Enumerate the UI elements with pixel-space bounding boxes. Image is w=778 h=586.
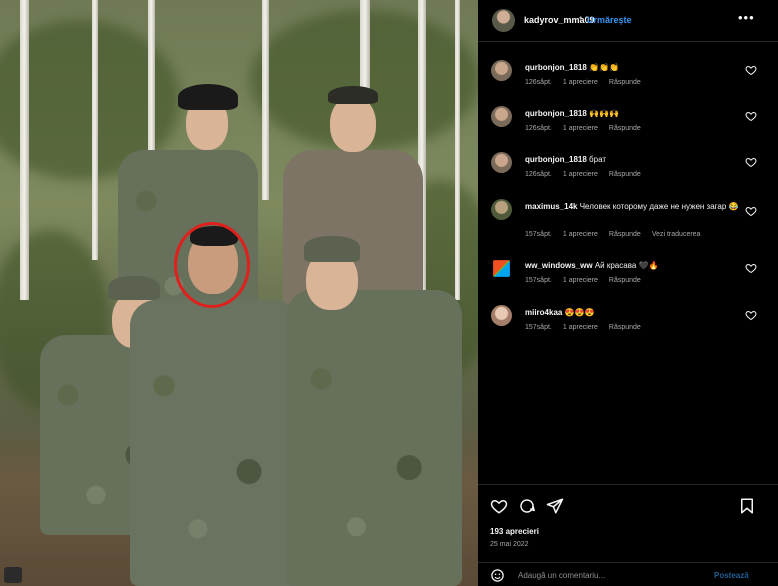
like-heart-icon[interactable]: [490, 497, 508, 515]
separator-dot: •: [579, 13, 583, 23]
reply-button[interactable]: Răspunde: [609, 324, 641, 331]
commenter-avatar[interactable]: [491, 106, 512, 127]
comment-text-line: qurbonjon_1818 🙌🙌🙌: [525, 108, 745, 119]
post-header: kadyrov_mma09 • Urmărește •••: [478, 0, 778, 42]
comment-item: miiro4kaa 😍😍😍 157săpt. 1 apreciere Răspund…: [478, 305, 778, 345]
commenter-username[interactable]: miiro4kaa: [525, 308, 562, 317]
likes-count[interactable]: 193 aprecieri: [490, 527, 539, 536]
comment-age: 157săpt.: [525, 324, 552, 331]
bookmark-icon[interactable]: [738, 497, 756, 515]
reply-button[interactable]: Răspunde: [609, 79, 641, 86]
author-username[interactable]: kadyrov_mma09: [524, 15, 595, 25]
comment-composer: Adaugă un comentariu... Postează: [478, 562, 778, 586]
comment-text: Человек которому даже не нужен загар 😂: [579, 202, 739, 211]
reply-button[interactable]: Răspunde: [609, 171, 641, 178]
comment-text-line: qurbonjon_1818 брат: [525, 154, 745, 165]
heart-icon[interactable]: [745, 110, 757, 122]
reply-button[interactable]: Răspunde: [609, 231, 641, 238]
heart-icon[interactable]: [745, 262, 757, 274]
comment-item: maximus_14k Человек которому даже не нуж…: [478, 199, 778, 245]
commenter-username[interactable]: qurbonjon_1818: [525, 109, 587, 118]
post-button[interactable]: Postează: [714, 571, 749, 580]
comment-meta: 126săpt. 1 apreciere Răspunde: [525, 171, 652, 178]
comment-icon[interactable]: [518, 497, 536, 515]
comment-item: qurbonjon_1818 брат 126săpt. 1 apreciere R…: [478, 152, 778, 192]
comment-likes[interactable]: 1 apreciere: [563, 79, 598, 86]
heart-icon[interactable]: [745, 309, 757, 321]
comment-meta: 157săpt. 1 apreciere Răspunde: [525, 277, 652, 284]
comment-meta: 126săpt. 1 apreciere Răspunde: [525, 125, 652, 132]
commenter-username[interactable]: qurbonjon_1818: [525, 63, 587, 72]
comment-likes[interactable]: 1 apreciere: [563, 324, 598, 331]
commenter-avatar[interactable]: [491, 152, 512, 173]
comment-age: 126săpt.: [525, 79, 552, 86]
comment-age: 126săpt.: [525, 171, 552, 178]
share-icon[interactable]: [546, 497, 564, 515]
commenter-username[interactable]: maximus_14k: [525, 202, 577, 211]
comment-item: qurbonjon_1818 🙌🙌🙌 126săpt. 1 apreciere Ră…: [478, 106, 778, 146]
author-avatar[interactable]: [492, 9, 515, 32]
comment-text-line: qurbonjon_1818 👏👏👏: [525, 62, 745, 73]
heart-icon[interactable]: [745, 64, 757, 76]
comment-text: Ай красава 🖤🔥: [594, 261, 659, 270]
comment-text: 😍😍😍: [564, 308, 595, 317]
comment-text-line: miiro4kaa 😍😍😍: [525, 307, 745, 318]
highlight-circle: [174, 222, 250, 308]
comment-meta: 126săpt. 1 apreciere Răspunde: [525, 79, 652, 86]
commenter-username[interactable]: qurbonjon_1818: [525, 155, 587, 164]
comment-age: 157săpt.: [525, 231, 552, 238]
comment-likes[interactable]: 1 apreciere: [563, 231, 598, 238]
post-date: 25 mai 2022: [490, 541, 529, 548]
more-icon[interactable]: •••: [738, 10, 755, 25]
windows-logo-icon[interactable]: [493, 260, 510, 277]
comment-likes[interactable]: 1 apreciere: [563, 277, 598, 284]
comment-age: 157săpt.: [525, 277, 552, 284]
smile-icon[interactable]: [490, 568, 505, 583]
commenter-avatar[interactable]: [491, 60, 512, 81]
comment-likes[interactable]: 1 apreciere: [563, 125, 598, 132]
reply-button[interactable]: Răspunde: [609, 277, 641, 284]
user-tag-icon[interactable]: [4, 567, 22, 583]
comment-input[interactable]: Adaugă un comentariu...: [518, 571, 605, 580]
action-bar: 193 aprecieri 25 mai 2022: [478, 484, 778, 548]
follow-button[interactable]: Urmărește: [587, 15, 632, 25]
comment-age: 126săpt.: [525, 125, 552, 132]
commenter-avatar[interactable]: [491, 305, 512, 326]
comment-meta: 157săpt. 1 apreciere Răspunde: [525, 324, 652, 331]
comment-text: 👏👏👏: [589, 63, 619, 72]
heart-icon[interactable]: [745, 205, 757, 217]
post-sidebar: kadyrov_mma09 • Urmărește ••• qurbonjon_…: [478, 0, 778, 586]
commenter-avatar[interactable]: [491, 199, 512, 220]
comment-text: 🙌🙌🙌: [589, 109, 619, 118]
comment-text-line: ww_windows_ww Ай красава 🖤🔥: [525, 260, 745, 271]
post-photo: [0, 0, 478, 586]
comment-item: ww_windows_ww Ай красава 🖤🔥 157săpt. 1 ap…: [478, 258, 778, 298]
comment-meta: 157săpt. 1 apreciere Răspunde Vezi traducer…: [525, 231, 711, 238]
comment-text-line: maximus_14k Человек которому даже не нуж…: [525, 201, 745, 212]
comment-text: брат: [589, 155, 606, 164]
reply-button[interactable]: Răspunde: [609, 125, 641, 132]
comment-item: qurbonjon_1818 👏👏👏 126săpt. 1 apreciere Ră…: [478, 60, 778, 100]
commenter-username[interactable]: ww_windows_ww: [525, 261, 593, 270]
translate-button[interactable]: Vezi traducerea: [652, 231, 701, 238]
comment-likes[interactable]: 1 apreciere: [563, 171, 598, 178]
heart-icon[interactable]: [745, 156, 757, 168]
